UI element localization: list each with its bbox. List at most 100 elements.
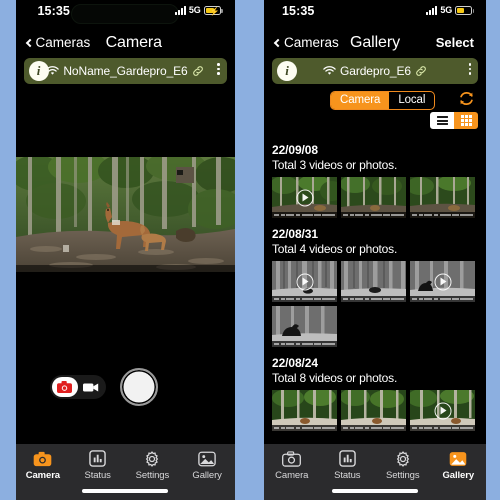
page-title: Camera [105,33,162,51]
view-mode-toggle[interactable] [430,112,478,129]
group-date: 22/08/24 [272,356,318,370]
more-vertical-icon[interactable] [468,63,471,75]
group-date: 22/08/31 [272,227,318,241]
status-indicators: 5G ⚡ [174,5,223,16]
info-icon[interactable]: i [277,61,297,81]
battery-charging-icon: ⚡ [203,5,223,16]
photo-mode-option[interactable] [51,377,78,397]
video-mode-option[interactable] [78,377,104,397]
media-group: 22/08/31 Total 4 videos or photos. [264,227,486,347]
source-segmented-control[interactable]: Camera Local [330,90,436,110]
thumbnail-info-strip [410,212,475,218]
thumbnail-info-strip [341,296,406,302]
device-identity: Gardepro_E6 [323,64,427,78]
camera-live-body [15,84,235,444]
right-home-indicator-wrap [264,488,486,500]
device-name: NoName_Gardepro_E6 [63,64,188,78]
tab-gallery[interactable]: Gallery [180,449,235,481]
signal-bars-icon [174,5,186,15]
thumbnail-item[interactable] [410,390,475,431]
list-icon [436,115,448,127]
photo-camera-icon [33,449,52,468]
source-row: Camera Local [264,88,486,112]
status-indicators: 5G [426,5,474,15]
thumbnail-item[interactable] [272,390,337,431]
thumbnail-item[interactable] [410,177,475,218]
dynamic-island [71,4,179,24]
select-button[interactable]: Select [436,35,474,50]
home-indicator[interactable] [332,489,418,493]
media-group: 22/08/24 Total 8 videos or photos. [264,356,486,431]
left-tab-bar: Camera Status Settings Gallery [15,444,235,488]
photo-camera-icon [282,449,302,468]
right-phone-screen: 15:35 5G Cameras Gallery Select i Gardep… [264,0,486,500]
tab-status[interactable]: Status [70,449,125,481]
tab-gallery[interactable]: Gallery [431,449,487,481]
left-status-bar: 15:35 5G ⚡ [16,0,235,27]
signal-bars-icon [426,5,438,15]
right-device-bar-wrap: i Gardepro_E6 [264,58,486,84]
segment-local[interactable]: Local [389,92,434,109]
tab-label: Camera [275,470,309,481]
shutter-button[interactable] [119,368,158,406]
thumbnail-info-strip [341,212,406,218]
play-icon [434,402,451,419]
left-phone-screen: 15:35 5G ⚡ Cameras Camera i NoName_Garde… [15,0,235,500]
camera-preview-image[interactable] [15,157,235,272]
tab-label: Status [334,470,361,481]
camera-controls [16,362,235,412]
grid-view-button[interactable] [454,112,478,129]
photo-library-icon [198,449,217,468]
home-indicator[interactable] [82,489,168,493]
right-phone: 15:35 5G Cameras Gallery Select i Gardep… [250,0,500,500]
thumbnail-info-strip [410,425,475,431]
thumbnail-item[interactable] [410,261,475,302]
capture-mode-toggle[interactable] [49,375,106,399]
back-label: Cameras [35,35,91,50]
list-view-button[interactable] [430,112,454,129]
device-name: Gardepro_E6 [340,64,411,78]
thumbnail-item[interactable] [272,306,337,347]
thumbnail-item[interactable] [272,261,337,302]
gear-icon [143,449,162,468]
thumbnail-item[interactable] [272,177,337,218]
more-vertical-icon[interactable] [217,63,220,75]
thumbnail-item[interactable] [341,261,406,302]
thumbnail-item[interactable] [341,390,406,431]
refresh-icon [460,92,473,105]
back-to-cameras-button[interactable]: Cameras [273,35,339,50]
tab-settings[interactable]: Settings [375,449,431,481]
connected-device-bar[interactable]: i Gardepro_E6 [272,58,478,84]
thumbnail-info-strip [341,425,406,431]
play-icon [434,273,451,290]
gear-icon [393,449,412,468]
segment-camera[interactable]: Camera [331,91,390,109]
group-total: Total 4 videos or photos. [272,242,398,256]
tab-camera[interactable]: Camera [264,449,320,481]
group-total: Total 3 videos or photos. [272,158,398,172]
photo-library-icon [449,449,468,468]
tab-status[interactable]: Status [320,449,376,481]
thumbnail-grid [272,177,478,218]
view-mode-row [264,112,486,134]
refresh-button[interactable] [457,89,476,113]
right-nav-bar: Cameras Gallery Select [264,27,486,58]
back-to-cameras-button[interactable]: Cameras [25,35,91,50]
battery-low-power-icon [455,5,474,15]
right-status-bar: 15:35 5G [264,0,486,27]
dual-phone-screenshot: 15:35 5G ⚡ Cameras Camera i NoName_Garde… [0,0,500,500]
thumbnail-item[interactable] [341,177,406,218]
group-date: 22/09/08 [272,143,318,157]
tab-settings[interactable]: Settings [125,449,180,481]
gallery-body: Camera Local 22/09/08 Total 3 videos or … [264,84,486,444]
info-icon[interactable]: i [28,61,49,81]
play-icon [296,189,313,206]
tab-camera[interactable]: Camera [16,449,71,481]
left-nav-bar: Cameras Camera [16,27,235,58]
connected-device-bar[interactable]: i NoName_Gardepro_E6 [23,58,227,84]
back-label: Cameras [284,35,339,50]
right-tab-bar: Camera Status Settings Gallery [264,444,486,488]
chevron-left-icon [25,38,34,47]
left-device-bar-wrap: i NoName_Gardepro_E6 [16,58,235,84]
page-title: Gallery [350,33,400,51]
